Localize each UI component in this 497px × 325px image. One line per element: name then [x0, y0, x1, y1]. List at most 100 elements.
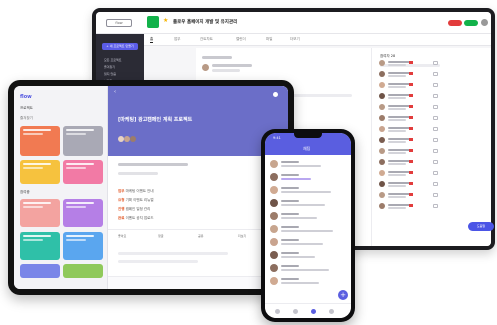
tab-home[interactable]: 홈 [150, 37, 154, 43]
list-item[interactable] [270, 277, 348, 287]
chat-icon[interactable] [433, 127, 438, 131]
member-role [388, 75, 406, 77]
chat-icon[interactable] [433, 204, 438, 208]
new-chat-button[interactable]: + [338, 290, 348, 300]
list-item[interactable] [270, 212, 348, 222]
tablet-device: flow 프로젝트 즐겨찾기 참여중 회사 프로젝트 ‹ [8, 80, 294, 295]
list-item[interactable] [379, 93, 479, 101]
avatar [270, 173, 278, 181]
list-item[interactable] [270, 199, 348, 209]
list-item[interactable] [379, 126, 479, 134]
comment-button[interactable]: 댓글 [158, 234, 164, 238]
list-item[interactable] [379, 60, 479, 68]
detail-row[interactable]: 업무 마케팅 이벤트 안내 [118, 189, 154, 194]
star-icon[interactable]: ★ [163, 17, 168, 24]
flow-logo[interactable]: flow [20, 94, 32, 100]
sidebar-item[interactable]: 읽지 않음 [104, 72, 116, 76]
tab-gantt[interactable]: 간트차트 [200, 37, 213, 42]
project-card[interactable] [63, 126, 103, 156]
chat-icon[interactable] [433, 160, 438, 164]
card-subtitle [23, 167, 43, 169]
chat-icon[interactable] [433, 182, 438, 186]
chat-icon[interactable] [433, 116, 438, 120]
tab-calendar[interactable]: 캘린더 [236, 37, 246, 42]
card-title [66, 163, 94, 165]
chat-icon[interactable] [433, 193, 438, 197]
project-card[interactable] [20, 126, 60, 156]
list-item[interactable] [270, 264, 348, 274]
notification-badge[interactable] [448, 20, 462, 26]
participants-title: 참여자 28 [380, 54, 396, 58]
project-card[interactable] [20, 232, 60, 260]
project-card[interactable] [63, 232, 103, 260]
status-badge[interactable] [464, 20, 478, 26]
more-button[interactable]: 더보기 [238, 234, 246, 238]
message-text [281, 191, 331, 193]
detail-line [118, 172, 158, 175]
detail-row[interactable]: 완료 이벤트 공지 업로드 [118, 216, 154, 221]
list-item[interactable] [379, 137, 479, 145]
feed-line [212, 69, 240, 72]
back-icon[interactable]: ‹ [114, 90, 116, 95]
list-item[interactable] [379, 115, 479, 123]
sender-name [281, 239, 299, 241]
feed-line [202, 56, 232, 59]
message-text [281, 217, 317, 219]
list-item[interactable] [379, 82, 479, 90]
menu-icon[interactable] [273, 92, 278, 97]
list-item[interactable] [379, 203, 479, 211]
chat-icon[interactable] [433, 94, 438, 98]
detail-row[interactable]: 요청 기획 이벤트 리뉴얼 [118, 198, 154, 203]
list-item[interactable] [379, 148, 479, 156]
member-name [388, 105, 410, 107]
project-card[interactable] [20, 199, 60, 227]
list-item[interactable] [379, 181, 479, 189]
member-role [388, 108, 406, 110]
list-item[interactable] [270, 225, 348, 235]
sidebar-item[interactable]: 모든 프로젝트 [104, 58, 122, 62]
search-icon[interactable] [293, 309, 298, 314]
chat-icon[interactable] [433, 105, 438, 109]
project-card[interactable] [63, 160, 103, 184]
chat-icon[interactable] [433, 83, 438, 87]
chat-icon[interactable] [433, 72, 438, 76]
chat-icon[interactable] [311, 309, 316, 314]
project-card[interactable] [63, 264, 103, 278]
avatar[interactable] [481, 19, 488, 26]
project-card[interactable] [20, 264, 60, 278]
sidebar-item[interactable]: 즐겨찾기 [104, 65, 115, 69]
share-button[interactable]: 공유 [198, 234, 204, 238]
tab-files[interactable]: 파일 [266, 37, 272, 42]
list-item[interactable] [379, 71, 479, 79]
detail-row[interactable]: 진행 캠페인 일정 관리 [118, 207, 150, 212]
detail-text: 기획 이벤트 리뉴얼 [125, 198, 154, 202]
list-item[interactable] [379, 159, 479, 167]
chat-icon[interactable] [433, 61, 438, 65]
list-item[interactable] [270, 238, 348, 248]
list-item[interactable] [270, 173, 348, 183]
message-text [281, 204, 325, 206]
list-item[interactable] [270, 251, 348, 261]
chat-icon[interactable] [433, 138, 438, 142]
project-card[interactable] [63, 199, 103, 227]
flow-logo[interactable]: flow [106, 19, 132, 27]
participant-list [371, 60, 491, 230]
new-project-button[interactable]: + 새 프로젝트 만들기 [102, 43, 138, 50]
list-item[interactable] [379, 104, 479, 112]
home-icon[interactable] [275, 309, 280, 314]
tab-more[interactable]: 더보기 [290, 37, 300, 42]
flag-icon [409, 127, 413, 130]
avatar [202, 64, 209, 71]
list-item[interactable] [270, 160, 348, 170]
chat-icon[interactable] [433, 149, 438, 153]
list-item[interactable] [270, 186, 348, 196]
list-item[interactable] [379, 170, 479, 178]
flag-icon [409, 138, 413, 141]
project-card[interactable] [20, 160, 60, 184]
menu-icon[interactable] [329, 309, 334, 314]
chat-icon[interactable] [433, 171, 438, 175]
like-button[interactable]: 좋아요 [118, 234, 126, 238]
avatar [379, 137, 385, 143]
list-item[interactable] [379, 192, 479, 200]
tab-tasks[interactable]: 업무 [174, 37, 180, 42]
